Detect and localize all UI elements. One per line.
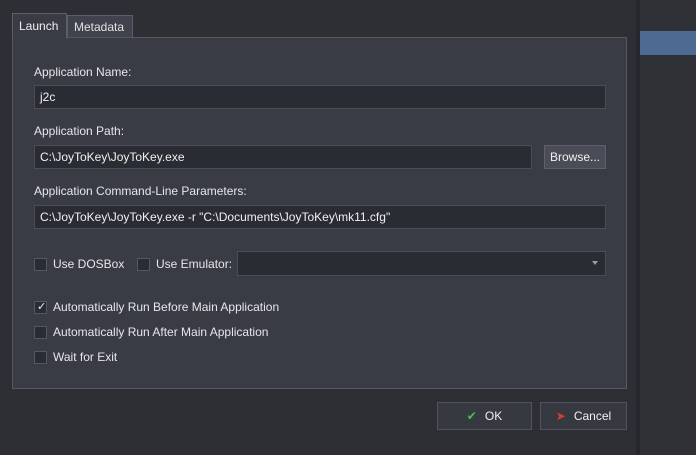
checkmark-icon: ✔ bbox=[466, 409, 477, 423]
browse-button[interactable]: Browse... bbox=[544, 145, 606, 169]
application-name-field[interactable]: j2c bbox=[34, 85, 606, 109]
auto-run-before-label: Automatically Run Before Main Applicatio… bbox=[53, 300, 280, 314]
application-name-label: Application Name: bbox=[34, 65, 132, 79]
auto-run-after-checkbox[interactable]: Automatically Run After Main Application bbox=[34, 324, 268, 340]
chevron-down-icon[interactable] bbox=[592, 261, 598, 265]
use-emulator-checkbox[interactable]: Use Emulator: bbox=[137, 256, 232, 272]
checkbox-box[interactable] bbox=[34, 325, 47, 339]
application-path-label: Application Path: bbox=[34, 124, 125, 138]
use-emulator-label: Use Emulator: bbox=[156, 257, 233, 271]
cancel-button[interactable]: ➤ Cancel bbox=[540, 402, 627, 430]
command-line-field[interactable]: C:\JoyToKey\JoyToKey.exe -r "C:\Document… bbox=[34, 205, 606, 229]
wait-for-exit-checkbox[interactable]: Wait for Exit bbox=[34, 349, 117, 365]
dialog-shadow-edge bbox=[636, 0, 640, 455]
command-line-label: Application Command-Line Parameters: bbox=[34, 184, 247, 198]
use-dosbox-label: Use DOSBox bbox=[53, 257, 125, 271]
auto-run-after-label: Automatically Run After Main Application bbox=[53, 325, 269, 339]
background-selected-row bbox=[640, 31, 696, 55]
ok-label: OK bbox=[484, 409, 503, 423]
checkbox-box[interactable] bbox=[34, 257, 47, 271]
checkbox-box[interactable] bbox=[137, 257, 150, 271]
launch-settings-dialog: Launch Metadata Application Name: j2c Ap… bbox=[0, 0, 640, 455]
checkbox-box-checked[interactable]: ✓ bbox=[34, 300, 47, 314]
background-window bbox=[640, 0, 696, 455]
emulator-select[interactable] bbox=[237, 251, 606, 276]
auto-run-before-checkbox[interactable]: ✓ Automatically Run Before Main Applicat… bbox=[34, 299, 279, 315]
wait-for-exit-label: Wait for Exit bbox=[53, 350, 118, 364]
ok-button[interactable]: ✔ OK bbox=[437, 402, 532, 430]
cancel-label: Cancel bbox=[573, 409, 612, 423]
use-dosbox-checkbox[interactable]: Use DOSBox bbox=[34, 256, 124, 272]
checkbox-box[interactable] bbox=[34, 350, 47, 364]
tab-launch[interactable]: Launch bbox=[12, 13, 67, 39]
tab-metadata[interactable]: Metadata bbox=[67, 15, 133, 37]
checkmark-icon: ✓ bbox=[37, 300, 47, 313]
cancel-x-icon: ➤ bbox=[555, 409, 566, 423]
application-path-field[interactable]: C:\JoyToKey\JoyToKey.exe bbox=[34, 145, 532, 169]
